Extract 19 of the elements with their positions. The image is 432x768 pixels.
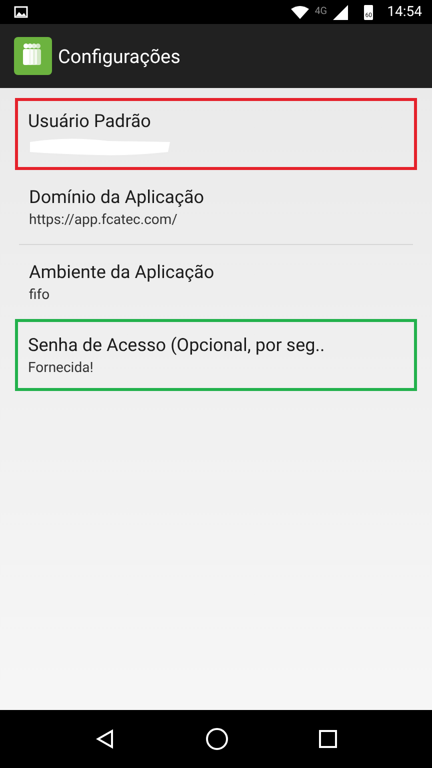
setting-summary: Fornecida! bbox=[28, 360, 94, 376]
image-icon bbox=[14, 6, 28, 18]
setting-title: Usuário Padrão bbox=[28, 110, 152, 132]
setting-title: Domínio da Aplicação bbox=[29, 186, 206, 208]
setting-item[interactable]: Ambiente da Aplicação fifo bbox=[19, 245, 413, 319]
setting-title: Ambiente da Aplicação bbox=[29, 262, 216, 282]
signal-icon bbox=[333, 4, 348, 20]
network-type: 4G bbox=[314, 6, 328, 17]
setting-summary: fifo bbox=[29, 286, 51, 302]
screen-title: Configurações bbox=[58, 44, 180, 68]
wifi-icon bbox=[290, 6, 309, 18]
setting-summary: https://app.fcatec.com/ bbox=[29, 212, 178, 228]
people-icon bbox=[14, 37, 52, 75]
setting-item[interactable]: Domínio da Aplicação https://app.fcatec.com/ bbox=[19, 170, 413, 244]
overview-icon[interactable] bbox=[318, 729, 338, 749]
clock: 14:54 bbox=[387, 4, 422, 20]
setting-title: Senha de Acesso (Opcional, por seg.. bbox=[28, 334, 326, 356]
setting-item[interactable]: Senha de Acesso (Opcional, por seg.. Fornecida! bbox=[15, 319, 417, 391]
setting-item[interactable]: Usuário Padrão bbox=[15, 98, 417, 170]
